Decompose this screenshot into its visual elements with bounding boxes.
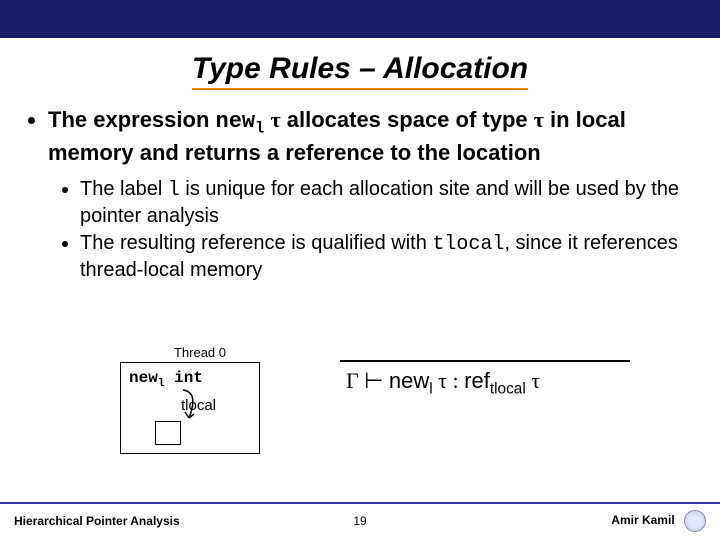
inference-line bbox=[340, 360, 630, 362]
ref-kw: ref bbox=[464, 368, 490, 393]
sub-bullet-1: The label l is unique for each allocatio… bbox=[80, 177, 698, 229]
tau: τ bbox=[534, 107, 544, 132]
subscript: l bbox=[255, 119, 264, 137]
seal-icon bbox=[684, 510, 706, 532]
gamma: Γ bbox=[346, 368, 359, 393]
tau: τ bbox=[438, 368, 447, 393]
memory-cell bbox=[155, 421, 181, 445]
colon: : bbox=[447, 368, 464, 393]
subscript: l bbox=[158, 378, 165, 390]
footer-left: Hierarchical Pointer Analysis bbox=[14, 514, 180, 528]
thread-diagram: Thread 0 newl int tlocal bbox=[120, 345, 280, 454]
tau: τ bbox=[531, 368, 540, 393]
subscript: tlocal bbox=[490, 380, 526, 397]
text: allocates space of type bbox=[281, 107, 534, 132]
footer-right-wrap: Amir Kamil bbox=[611, 510, 706, 532]
author-name: Amir Kamil bbox=[611, 513, 674, 527]
page-number: 19 bbox=[353, 514, 366, 528]
code: tlocal bbox=[432, 233, 504, 256]
arrow-icon bbox=[181, 388, 211, 428]
thread-box: newl int tlocal bbox=[120, 362, 260, 454]
thread-label: Thread 0 bbox=[120, 345, 280, 360]
main-bullet: The expression newl τ allocates space of… bbox=[48, 106, 698, 284]
text: new bbox=[216, 109, 256, 134]
rule-conclusion: Γ ⊢ newl τ : reftlocal τ bbox=[340, 368, 630, 398]
text: new bbox=[129, 369, 158, 387]
footer: Hierarchical Pointer Analysis 19 Amir Ka… bbox=[0, 502, 720, 540]
tau: τ bbox=[271, 107, 281, 132]
content-area: The expression newl τ allocates space of… bbox=[0, 90, 720, 284]
text: The label bbox=[80, 178, 168, 200]
slide-title: Type Rules – Allocation bbox=[192, 52, 528, 90]
text: int bbox=[165, 369, 203, 387]
new-kw: new bbox=[389, 368, 429, 393]
turnstile: ⊢ bbox=[359, 368, 389, 393]
sub-bullet-2: The resulting reference is qualified wit… bbox=[80, 231, 698, 283]
code: l bbox=[168, 179, 180, 202]
text: The expression bbox=[48, 107, 216, 132]
text: The resulting reference is qualified wit… bbox=[80, 232, 432, 254]
top-bar bbox=[0, 0, 720, 38]
code-new: newl bbox=[216, 109, 265, 134]
diagram-expression: newl int bbox=[129, 369, 203, 390]
type-rule: Γ ⊢ newl τ : reftlocal τ bbox=[340, 360, 630, 398]
